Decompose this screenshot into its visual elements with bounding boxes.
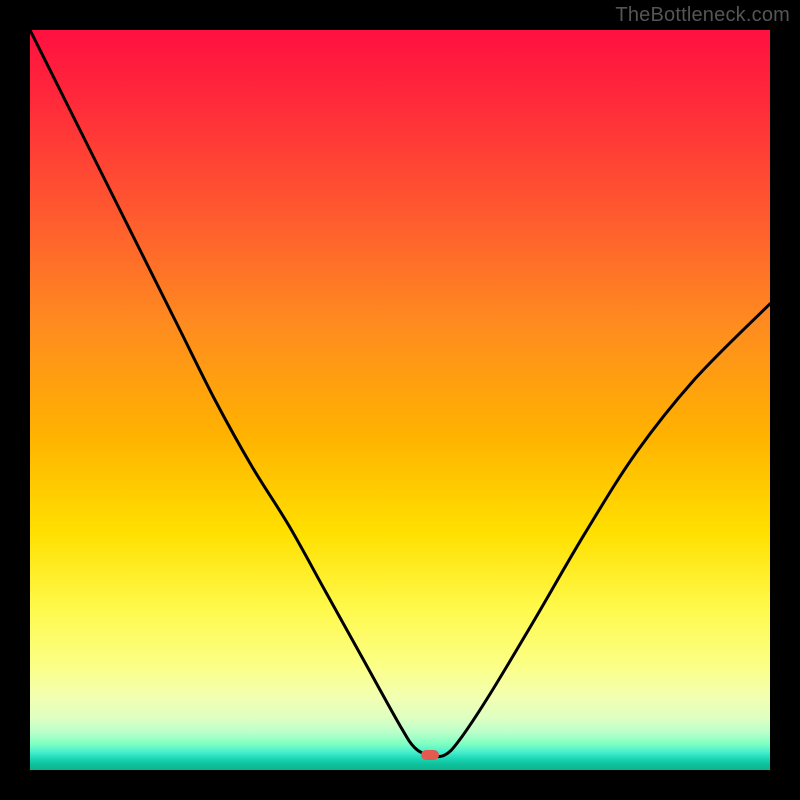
optimal-point-marker xyxy=(421,750,439,760)
plot-area xyxy=(30,30,770,770)
chart-container: TheBottleneck.com xyxy=(0,0,800,800)
bottleneck-curve xyxy=(30,30,770,757)
curve-svg xyxy=(30,30,770,770)
watermark-text: TheBottleneck.com xyxy=(615,4,790,27)
